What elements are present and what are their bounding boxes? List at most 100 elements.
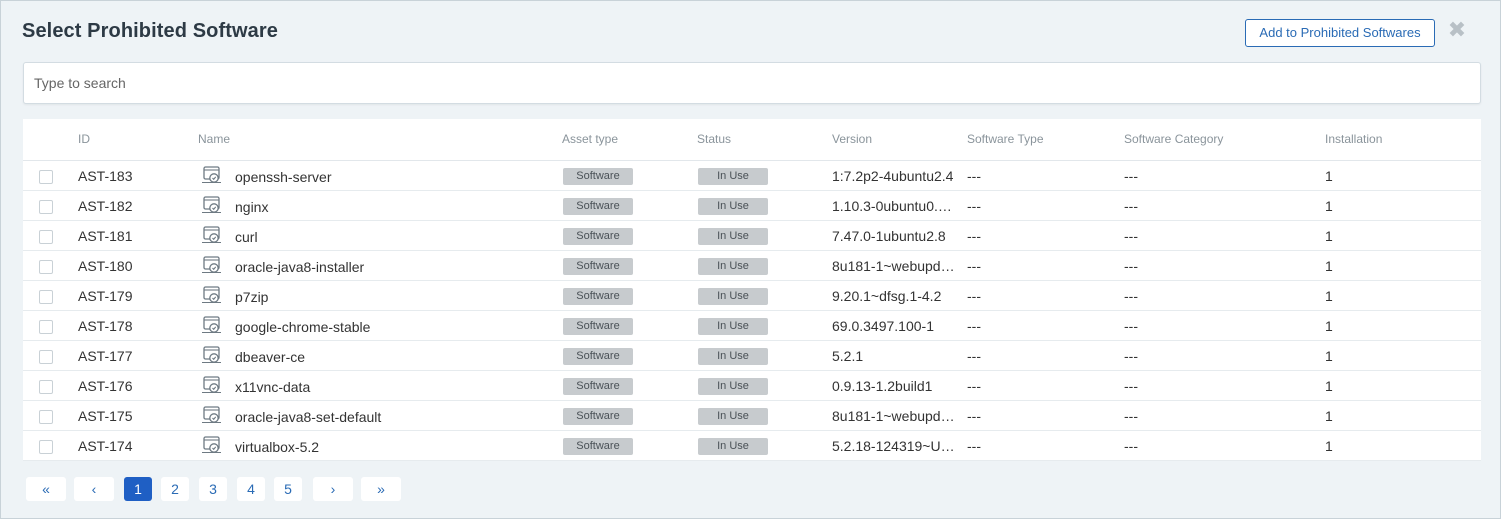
asset-type-badge: Software [563, 348, 633, 365]
software-package-icon [201, 375, 223, 395]
row-software-category: --- [1124, 318, 1138, 334]
row-version: 5.2.1 [832, 348, 864, 364]
row-software-type: --- [967, 348, 981, 364]
row-name: google-chrome-stable [235, 319, 371, 335]
table-row[interactable]: AST-174 virtualbox-5.2 Software In Use 5.2.1… [23, 431, 1481, 461]
row-installation: 1 [1325, 318, 1333, 334]
row-version: 0.9.13-1.2build1 [832, 378, 933, 394]
software-package-icon [201, 435, 223, 455]
status-badge: In Use [698, 438, 768, 455]
row-software-type: --- [967, 198, 981, 214]
asset-type-badge: Software [563, 258, 633, 275]
close-icon[interactable]: ✖ [1447, 19, 1467, 41]
asset-type-badge: Software [563, 198, 633, 215]
row-name: oracle-java8-installer [235, 259, 365, 275]
header-software-type[interactable]: Software Type [967, 132, 1044, 146]
row-software-category: --- [1124, 288, 1138, 304]
software-package-icon [201, 315, 223, 335]
status-badge: In Use [698, 348, 768, 365]
row-checkbox[interactable] [39, 410, 53, 424]
row-software-type: --- [967, 438, 981, 454]
row-version: 69.0.3497.100-1 [832, 318, 934, 334]
row-id: AST-175 [78, 408, 133, 424]
header-id[interactable]: ID [78, 132, 90, 146]
next-page-button[interactable]: › [313, 477, 353, 501]
row-installation: 1 [1325, 378, 1333, 394]
row-name: nginx [235, 199, 269, 215]
row-name: curl [235, 229, 258, 245]
table-row[interactable]: AST-175 oracle-java8-set-default Software I… [23, 401, 1481, 431]
row-software-category: --- [1124, 348, 1138, 364]
row-id: AST-180 [78, 258, 133, 274]
row-checkbox[interactable] [39, 440, 53, 454]
row-id: AST-176 [78, 378, 133, 394]
status-badge: In Use [698, 318, 768, 335]
table-row[interactable]: AST-182 nginx Software In Use 1.10.3-0ubuntu… [23, 191, 1481, 221]
status-badge: In Use [698, 288, 768, 305]
row-checkbox[interactable] [39, 170, 53, 184]
row-version: 7.47.0-1ubuntu2.8 [832, 228, 946, 244]
prohibited-software-dialog: Select Prohibited Software Add to Prohib… [0, 0, 1501, 519]
row-checkbox[interactable] [39, 320, 53, 334]
first-page-button[interactable]: « [26, 477, 66, 501]
status-badge: In Use [698, 408, 768, 425]
software-package-icon [201, 225, 223, 245]
row-version: 5.2.18-124319~Ubuntu~xenial [832, 438, 958, 454]
dialog-title: Select Prohibited Software [22, 20, 278, 42]
search-box [23, 62, 1481, 104]
asset-type-badge: Software [563, 318, 633, 335]
row-installation: 1 [1325, 168, 1333, 184]
table-row[interactable]: AST-177 dbeaver-ce Software In Use 5.2.1 --- -… [23, 341, 1481, 371]
add-to-prohibited-button[interactable]: Add to Prohibited Softwares [1245, 19, 1435, 47]
previous-page-button[interactable]: ‹ [74, 477, 114, 501]
status-badge: In Use [698, 378, 768, 395]
row-software-type: --- [967, 408, 981, 424]
table-row[interactable]: AST-183 openssh-server Software In Use 1:7.2… [23, 161, 1481, 191]
table-header: ID Name Asset type Status Version Softwa… [23, 119, 1481, 161]
header-name[interactable]: Name [198, 132, 230, 146]
header-software-category[interactable]: Software Category [1124, 132, 1223, 146]
page-5-button[interactable]: 5 [274, 477, 302, 501]
row-software-type: --- [967, 288, 981, 304]
page-4-button[interactable]: 4 [237, 477, 265, 501]
row-version: 1:7.2p2-4ubuntu2.4 [832, 168, 954, 184]
software-package-icon [201, 255, 223, 275]
header-installation[interactable]: Installation [1325, 132, 1382, 146]
header-asset-type[interactable]: Asset type [562, 132, 618, 146]
header-status[interactable]: Status [697, 132, 731, 146]
asset-type-badge: Software [563, 408, 633, 425]
row-checkbox[interactable] [39, 260, 53, 274]
table-row[interactable]: AST-178 google-chrome-stable Software In Us… [23, 311, 1481, 341]
row-id: AST-183 [78, 168, 133, 184]
table-row[interactable]: AST-181 curl Software In Use 7.47.0-1ubuntu2… [23, 221, 1481, 251]
row-software-category: --- [1124, 198, 1138, 214]
search-input[interactable] [24, 63, 1480, 103]
row-installation: 1 [1325, 438, 1333, 454]
row-version: 1.10.3-0ubuntu0.16.04.2 [832, 198, 958, 214]
status-badge: In Use [698, 198, 768, 215]
row-checkbox[interactable] [39, 290, 53, 304]
row-id: AST-179 [78, 288, 133, 304]
row-checkbox[interactable] [39, 350, 53, 364]
row-name: dbeaver-ce [235, 349, 306, 365]
row-id: AST-181 [78, 228, 133, 244]
row-software-category: --- [1124, 408, 1138, 424]
last-page-button[interactable]: » [361, 477, 401, 501]
header-version[interactable]: Version [832, 132, 872, 146]
asset-type-badge: Software [563, 228, 633, 245]
page-3-button[interactable]: 3 [199, 477, 227, 501]
row-checkbox[interactable] [39, 200, 53, 214]
row-checkbox[interactable] [39, 230, 53, 244]
row-checkbox[interactable] [39, 380, 53, 394]
table-row[interactable]: AST-180 oracle-java8-installer Software In … [23, 251, 1481, 281]
page-1-button[interactable]: 1 [124, 477, 152, 501]
row-software-category: --- [1124, 258, 1138, 274]
software-package-icon [201, 285, 223, 305]
table-row[interactable]: AST-179 p7zip Software In Use 9.20.1~dfsg.1-… [23, 281, 1481, 311]
software-package-icon [201, 195, 223, 215]
row-software-type: --- [967, 168, 981, 184]
table-row[interactable]: AST-176 x11vnc-data Software In Use 0.9.13-1… [23, 371, 1481, 401]
row-name: oracle-java8-set-default [235, 409, 382, 425]
row-version: 8u181-1~webupd8~1 [832, 408, 958, 424]
page-2-button[interactable]: 2 [161, 477, 189, 501]
